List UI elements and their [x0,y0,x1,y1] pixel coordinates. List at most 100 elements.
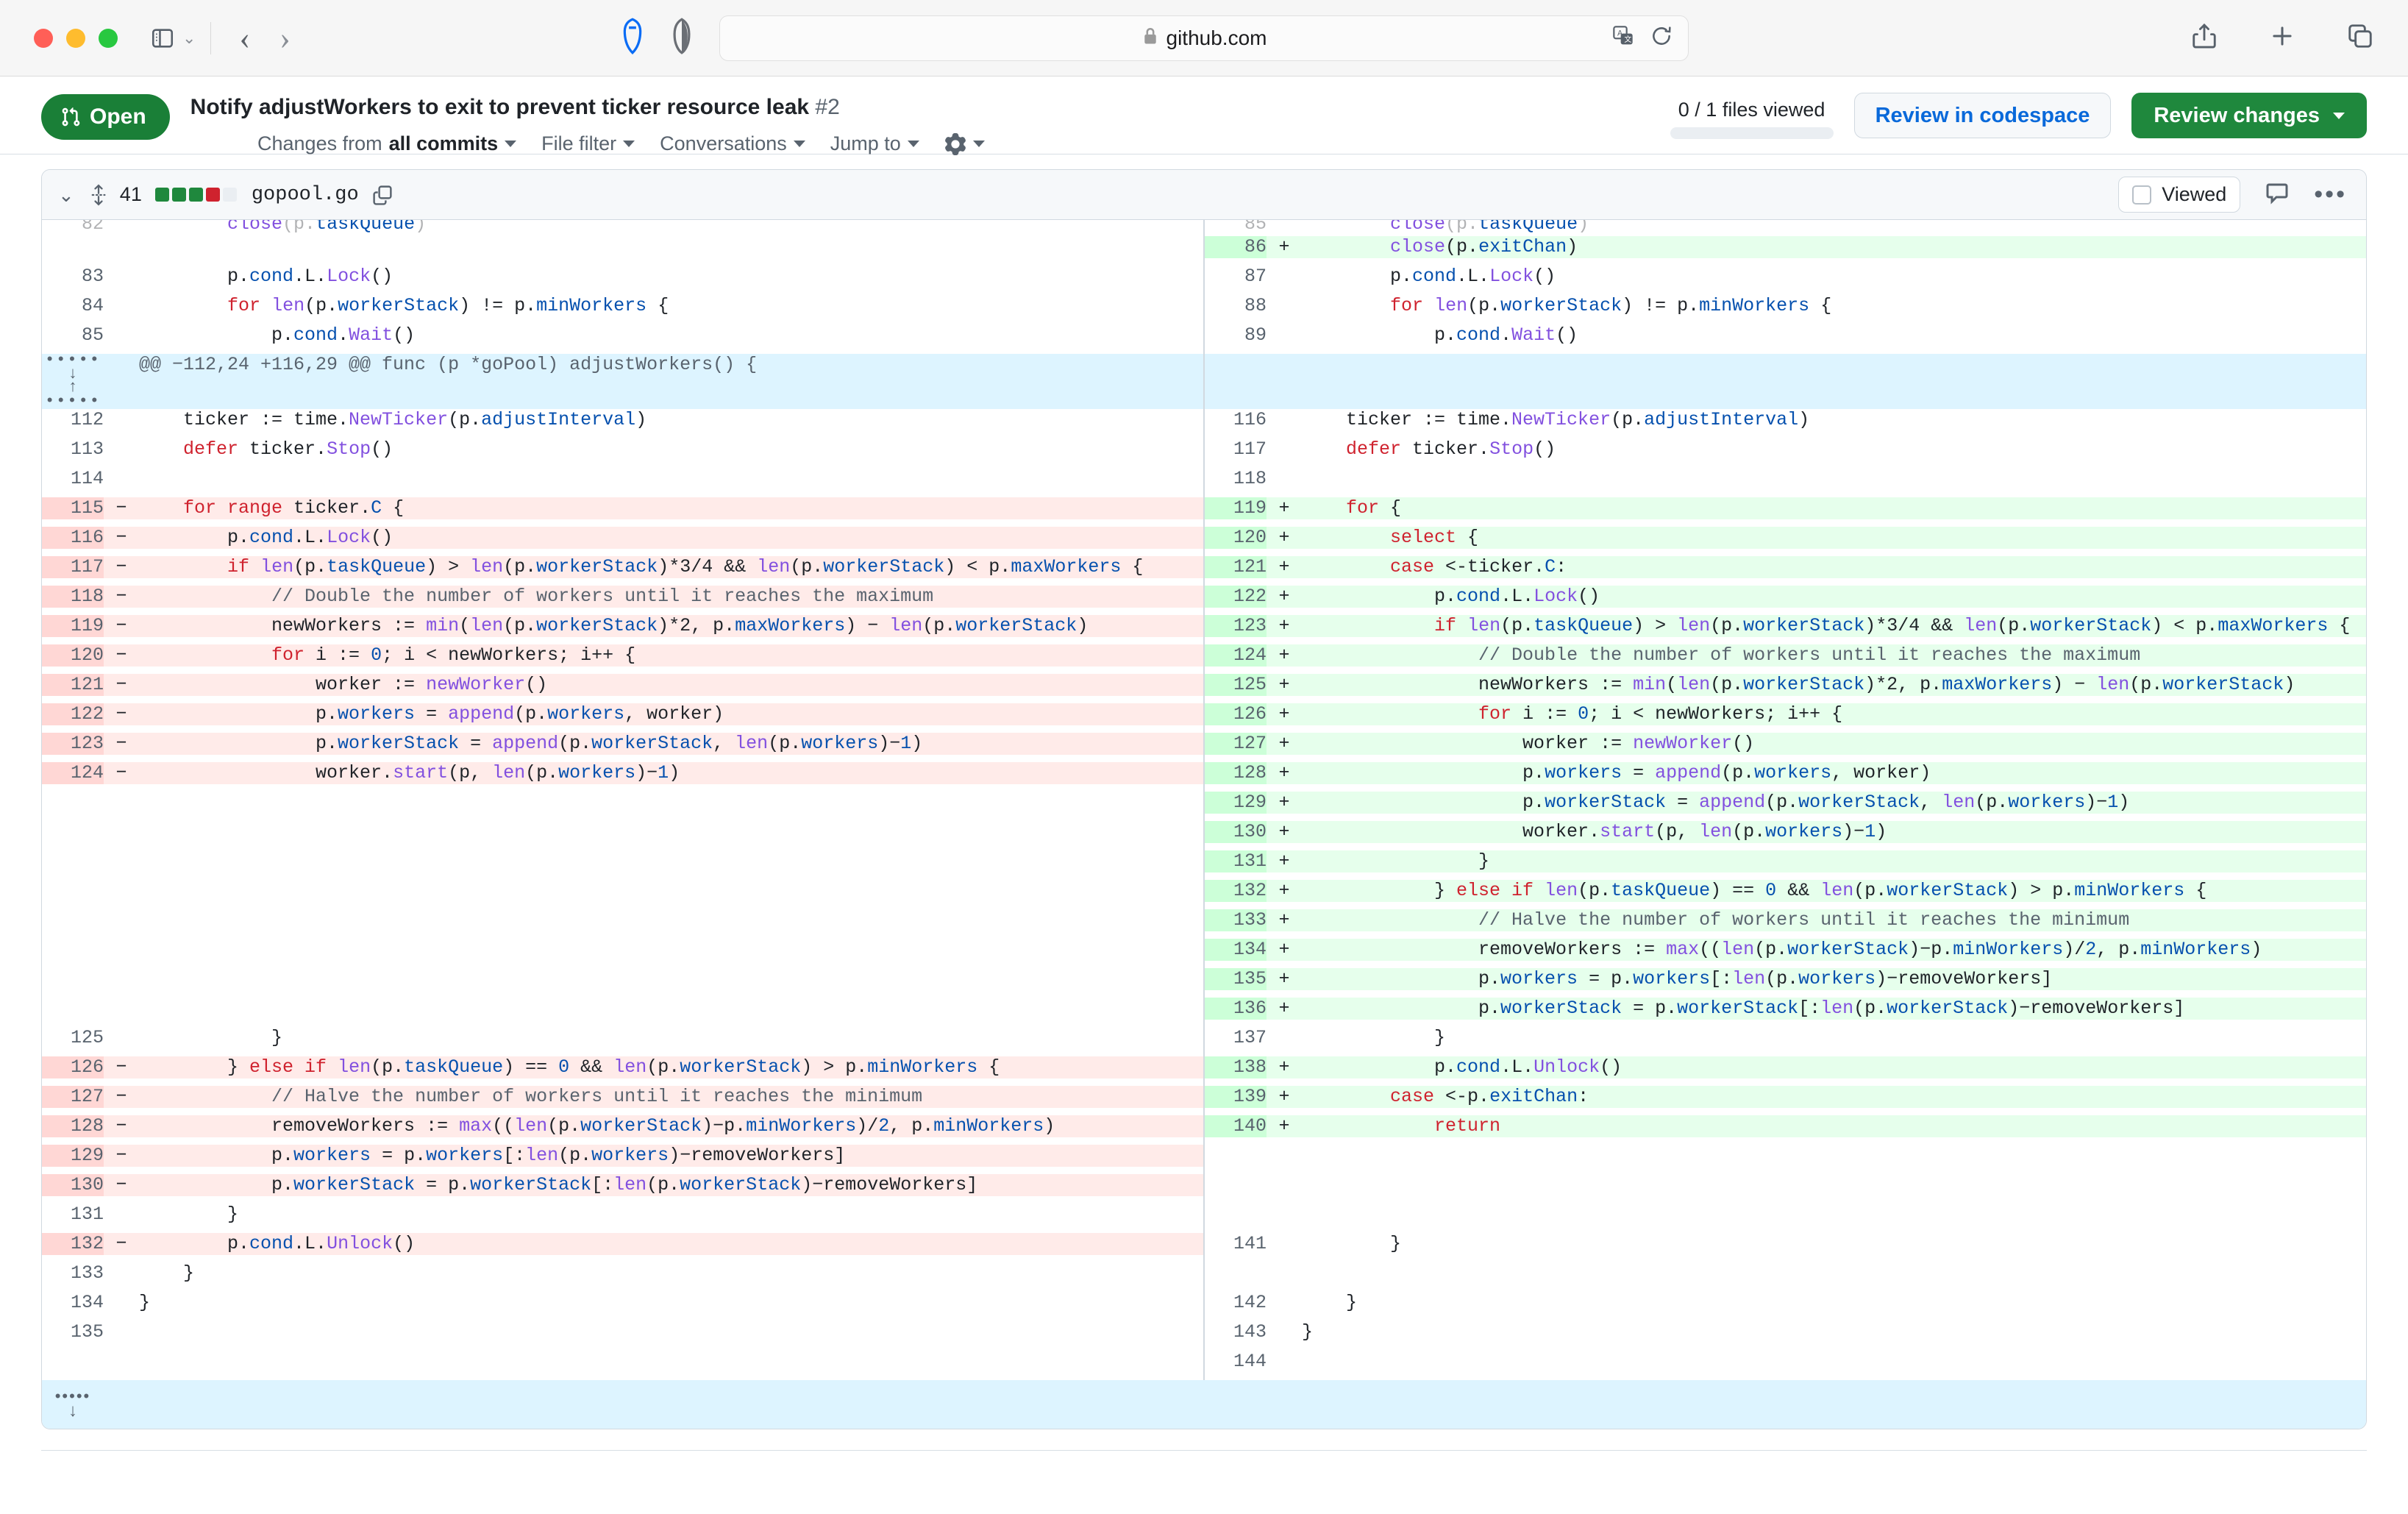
left-code-line[interactable]: worker := newWorker() [139,673,1203,696]
review-changes-button[interactable]: Review changes [2131,93,2367,138]
left-code-line[interactable]: worker.start(p, len(p.workers)−1) [139,761,1203,784]
viewed-toggle[interactable]: Viewed [2118,177,2241,213]
hunk-expand-cell[interactable]: ••••• ↓ ↑ ••••• [42,352,104,409]
navigation-arrows[interactable]: ‹ › [239,21,291,54]
right-code-line[interactable]: close(p.taskQueue) [1302,220,2366,236]
right-code-line[interactable]: p.cond.L.Lock() [1302,266,2366,288]
right-line-number[interactable]: 130 [1205,820,1267,843]
share-icon[interactable] [2190,22,2218,54]
right-line-number[interactable]: 89 [1205,324,1267,346]
left-code-line[interactable]: newWorkers := min(len(p.workerStack)*2, … [139,614,1203,637]
right-line-number[interactable]: 129 [1205,791,1267,814]
left-line-number[interactable]: 82 [42,220,104,236]
right-line-number[interactable]: 123 [1205,614,1267,637]
left-code-line[interactable]: } [139,1262,1203,1284]
right-line-number[interactable]: 141 [1205,1232,1267,1255]
left-code-line[interactable]: } [139,1291,1203,1314]
left-line-number[interactable]: 84 [42,295,104,317]
right-line-number[interactable]: 87 [1205,266,1267,288]
left-line-number[interactable]: 130 [42,1173,104,1196]
left-line-number[interactable]: 119 [42,614,104,637]
right-line-number[interactable]: 139 [1205,1085,1267,1108]
right-code-line[interactable]: for { [1302,497,2366,519]
left-code-line[interactable]: p.cond.L.Lock() [139,266,1203,288]
right-line-number[interactable]: 118 [1205,467,1267,490]
left-code-line[interactable]: p.workerStack = p.workerStack[:len(p.wor… [139,1173,1203,1196]
privacy-shield-icon[interactable] [618,17,647,59]
left-line-number[interactable]: 131 [42,1203,104,1226]
translate-icon[interactable]: A 文 [1611,24,1635,51]
right-code-line[interactable]: return [1302,1115,2366,1137]
right-code-line[interactable]: p.cond.Wait() [1302,324,2366,346]
right-line-number[interactable]: 119 [1205,497,1267,519]
minimize-window-button[interactable] [66,28,85,48]
right-code-line[interactable]: removeWorkers := max((len(p.workerStack)… [1302,938,2366,961]
left-code-line[interactable] [139,1321,1203,1343]
right-line-number[interactable]: 140 [1205,1115,1267,1137]
right-code-line[interactable]: close(p.exitChan) [1302,236,2366,258]
copy-path-icon[interactable] [372,185,393,205]
left-line-number[interactable]: 117 [42,555,104,578]
right-line-number[interactable]: 133 [1205,909,1267,931]
right-line-number[interactable]: 122 [1205,585,1267,608]
tab-overview-icon[interactable] [2346,22,2374,54]
left-code-line[interactable]: p.workers = p.workers[:len(p.workers)−re… [139,1144,1203,1167]
left-line-number[interactable]: 118 [42,585,104,608]
changes-from-filter[interactable]: Changes from all commits [257,132,517,155]
back-arrow-icon[interactable]: ‹ [239,21,250,54]
expand-all-icon[interactable] [89,184,108,206]
left-line-number[interactable]: 85 [42,324,104,346]
review-in-codespace-button[interactable]: Review in codespace [1853,93,2112,138]
left-code-line[interactable]: p.cond.L.Lock() [139,526,1203,549]
right-line-number[interactable]: 116 [1205,408,1267,431]
right-line-number[interactable]: 88 [1205,295,1267,317]
left-code-line[interactable]: for len(p.workerStack) != p.minWorkers { [139,295,1203,317]
right-code-line[interactable]: p.workerStack = p.workerStack[:len(p.wor… [1302,997,2366,1020]
left-code-line[interactable] [139,467,1203,490]
right-line-number[interactable]: 138 [1205,1056,1267,1078]
left-code-line[interactable]: for i := 0; i < newWorkers; i++ { [139,644,1203,667]
right-code-line[interactable]: } [1302,1321,2366,1343]
conversations-button[interactable]: Conversations [660,132,805,155]
right-line-number[interactable]: 142 [1205,1291,1267,1314]
left-line-number[interactable]: 122 [42,703,104,725]
viewed-checkbox[interactable] [2132,185,2152,205]
left-code-line[interactable]: ticker := time.NewTicker(p.adjustInterva… [139,408,1203,431]
right-code-line[interactable]: } [1302,1232,2366,1255]
right-code-line[interactable]: p.workers = append(p.workers, worker) [1302,761,2366,784]
left-line-number[interactable]: 114 [42,467,104,490]
left-code-line[interactable]: } [139,1203,1203,1226]
left-line-number[interactable]: 121 [42,673,104,696]
left-code-line[interactable]: } else if len(p.taskQueue) == 0 && len(p… [139,1056,1203,1078]
left-line-number[interactable]: 128 [42,1115,104,1137]
left-code-line[interactable]: p.cond.Wait() [139,324,1203,346]
expand-down-icon[interactable]: ••••• ↓ [42,1388,104,1420]
right-code-line[interactable]: newWorkers := min(len(p.workerStack)*2, … [1302,673,2366,696]
right-code-line[interactable]: case <-ticker.C: [1302,555,2366,578]
left-code-line[interactable]: p.workers = append(p.workers, worker) [139,703,1203,725]
comment-icon[interactable] [2265,181,2289,208]
chevron-down-icon[interactable]: ⌄ [58,185,74,205]
left-line-number[interactable]: 126 [42,1056,104,1078]
forward-arrow-icon[interactable]: › [279,21,291,54]
right-code-line[interactable]: p.cond.L.Lock() [1302,585,2366,608]
left-code-line[interactable]: // Halve the number of workers until it … [139,1085,1203,1108]
left-line-number[interactable]: 120 [42,644,104,667]
right-code-line[interactable]: case <-p.exitChan: [1302,1085,2366,1108]
right-code-line[interactable]: worker := newWorker() [1302,732,2366,755]
left-code-line[interactable]: p.workerStack = append(p.workerStack, le… [139,732,1203,755]
left-code-line[interactable]: p.cond.L.Unlock() [139,1232,1203,1255]
diff-settings-button[interactable] [944,132,985,155]
left-code-line[interactable]: removeWorkers := max((len(p.workerStack)… [139,1115,1203,1137]
right-code-line[interactable]: p.workers = p.workers[:len(p.workers)−re… [1302,967,2366,990]
left-code-line[interactable]: } [139,1026,1203,1049]
right-line-number[interactable]: 137 [1205,1026,1267,1049]
right-code-line[interactable]: if len(p.taskQueue) > len(p.workerStack)… [1302,614,2366,637]
right-line-number[interactable]: 127 [1205,732,1267,755]
right-code-line[interactable]: select { [1302,526,2366,549]
right-line-number[interactable]: 126 [1205,703,1267,725]
right-line-number[interactable]: 136 [1205,997,1267,1020]
right-line-number[interactable]: 121 [1205,555,1267,578]
right-code-line[interactable] [1302,467,2366,490]
left-line-number[interactable]: 134 [42,1291,104,1314]
